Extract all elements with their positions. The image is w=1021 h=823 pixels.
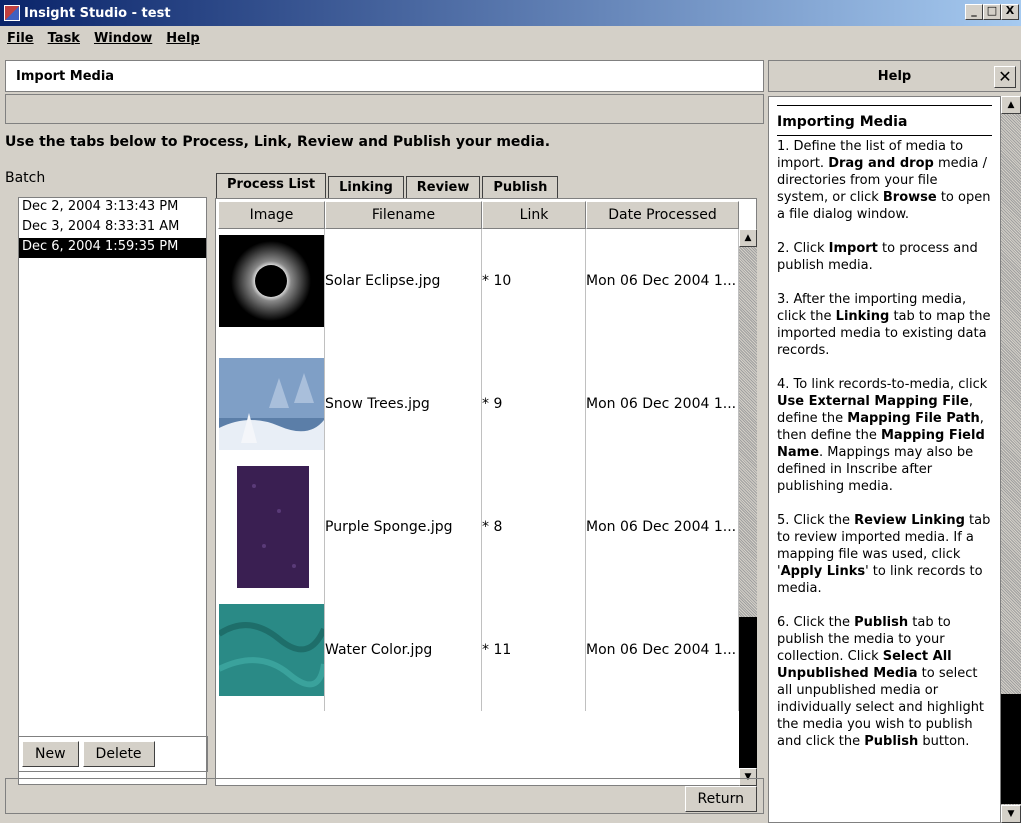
column-header-image[interactable]: Image [218, 201, 325, 229]
help-paragraph: 3. After the importing media, click the … [777, 292, 991, 358]
scroll-thumb[interactable] [739, 617, 757, 769]
help-header: Help ✕ [768, 60, 1021, 92]
batch-item[interactable]: Dec 3, 2004 8:33:31 AM [19, 218, 206, 238]
table-scrollbar[interactable]: ▲ ▼ [739, 229, 757, 786]
help-section-title: Importing Media [777, 114, 908, 130]
tab-review[interactable]: Review [405, 176, 481, 199]
link-cell: * 8 [482, 465, 586, 588]
thumbnail-cell [218, 342, 325, 465]
table-row[interactable]: Solar Eclipse.jpg * 10 Mon 06 Dec 2004 1… [218, 229, 739, 342]
date-cell: Mon 06 Dec 2004 1... [586, 342, 739, 465]
column-header-link[interactable]: Link [482, 201, 586, 229]
batch-item[interactable]: Dec 2, 2004 3:13:43 PM [19, 198, 206, 218]
table-row[interactable]: Snow Trees.jpg * 9 Mon 06 Dec 2004 1... [218, 342, 739, 465]
table-header: Image Filename Link Date Processed [218, 201, 739, 229]
instructions-text: Use the tabs below to Process, Link, Rev… [5, 134, 551, 150]
filename-cell: Snow Trees.jpg [325, 342, 482, 465]
thumbnail-cell [218, 465, 325, 588]
help-paragraph: 2. Click Import to process and publish m… [777, 241, 978, 273]
menu-file[interactable]: File [0, 31, 41, 46]
scroll-thumb[interactable] [1001, 694, 1021, 804]
tab-publish[interactable]: Publish [482, 176, 559, 199]
tab-linking[interactable]: Linking [328, 176, 404, 199]
help-paragraphs: 1. Define the list of media to import. D… [777, 138, 992, 750]
snow-trees-thumbnail [218, 357, 324, 450]
help-paragraph: 5. Click the Review Linking tab to revie… [777, 513, 991, 596]
new-button[interactable]: New [22, 741, 79, 767]
tab-process-list[interactable]: Process List [216, 173, 327, 199]
help-paragraph: 6. Click the Publish tab to publish the … [777, 615, 985, 749]
batch-item-selected[interactable]: Dec 6, 2004 1:59:35 PM [19, 238, 206, 258]
menu-bar: File Task Window Help [0, 27, 1021, 49]
link-cell: * 10 [482, 229, 586, 342]
help-content: Importing Media 1. Define the list of me… [768, 96, 1001, 823]
water-color-thumbnail [218, 603, 324, 696]
solar-eclipse-thumbnail [218, 234, 324, 327]
tab-strip: Process List Linking Review Publish [216, 173, 560, 199]
table-row[interactable]: Purple Sponge.jpg * 8 Mon 06 Dec 2004 1.… [218, 465, 739, 588]
menu-help[interactable]: Help [159, 31, 206, 46]
delete-button[interactable]: Delete [82, 741, 155, 767]
close-button[interactable]: X [1001, 4, 1019, 20]
window-title: Insight Studio - test [24, 5, 171, 21]
return-button[interactable]: Return [684, 786, 757, 812]
date-cell: Mon 06 Dec 2004 1... [586, 465, 739, 588]
thumbnail-cell [218, 588, 325, 711]
scroll-up-icon[interactable]: ▲ [1001, 96, 1021, 114]
date-cell: Mon 06 Dec 2004 1... [586, 588, 739, 711]
column-header-date[interactable]: Date Processed [586, 201, 739, 229]
help-paragraph: 1. Define the list of media to import. D… [777, 139, 991, 222]
help-paragraph: 4. To link records-to-media, click Use E… [777, 377, 988, 494]
filename-cell: Water Color.jpg [325, 588, 482, 711]
purple-sponge-thumbnail [236, 465, 309, 588]
menu-window[interactable]: Window [87, 31, 159, 46]
import-media-panel: Import Media Use the tabs below to Proce… [0, 58, 765, 823]
filename-cell: Purple Sponge.jpg [325, 465, 482, 588]
table-row[interactable]: Water Color.jpg * 11 Mon 06 Dec 2004 1..… [218, 588, 739, 711]
bottom-bar: Return [5, 778, 764, 814]
thumbnail-cell [218, 229, 325, 342]
help-panel: Help ✕ Importing Media 1. Define the lis… [768, 58, 1021, 823]
maximize-button[interactable]: □ [983, 4, 1001, 20]
batch-label: Batch [5, 170, 46, 186]
app-icon [4, 5, 20, 21]
scroll-up-icon[interactable]: ▲ [739, 229, 757, 247]
help-scrollbar[interactable]: ▲ ▼ [1001, 96, 1021, 823]
panel-subheader [5, 94, 764, 124]
date-cell: Mon 06 Dec 2004 1... [586, 229, 739, 342]
scroll-down-icon[interactable]: ▼ [1001, 805, 1021, 823]
table-body: Solar Eclipse.jpg * 10 Mon 06 Dec 2004 1… [218, 229, 739, 784]
batch-list[interactable]: Dec 2, 2004 3:13:43 PM Dec 3, 2004 8:33:… [18, 197, 207, 785]
panel-title: Import Media [5, 60, 764, 92]
help-title: Help [877, 68, 912, 84]
link-cell: * 9 [482, 342, 586, 465]
menu-task[interactable]: Task [41, 31, 87, 46]
batch-button-row: New Delete [18, 736, 208, 772]
title-bar: Insight Studio - test _ □ X [0, 0, 1021, 26]
close-help-icon[interactable]: ✕ [994, 66, 1016, 88]
process-list-table: Image Filename Link Date Processed Solar… [215, 198, 757, 786]
link-cell: * 11 [482, 588, 586, 711]
filename-cell: Solar Eclipse.jpg [325, 229, 482, 342]
column-header-filename[interactable]: Filename [325, 201, 482, 229]
minimize-button[interactable]: _ [965, 4, 983, 20]
